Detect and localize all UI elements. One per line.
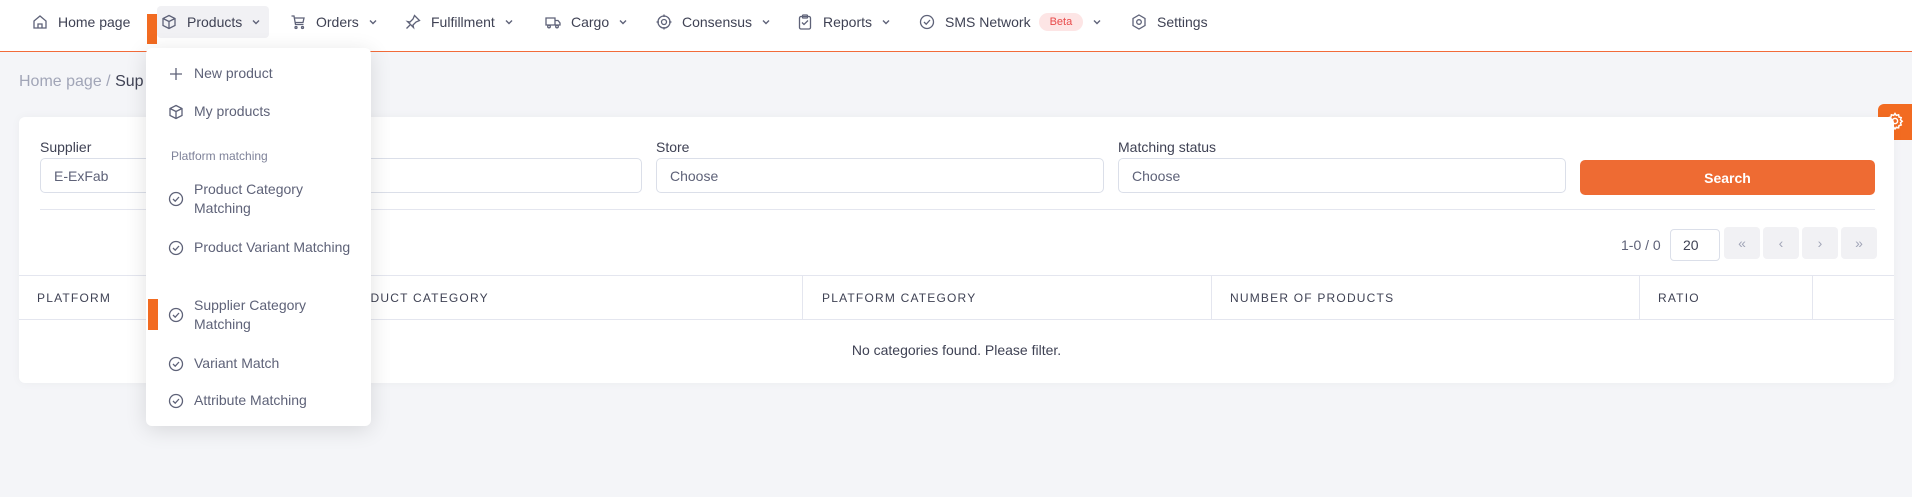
clipboard-icon	[797, 14, 813, 30]
active-indicator	[147, 14, 157, 44]
breadcrumb-current: Sup	[115, 73, 144, 90]
menu-item-label: Variant Match	[194, 355, 280, 371]
col-platform[interactable]: PLATFORM	[19, 276, 147, 320]
store-placeholder: Choose	[670, 167, 719, 184]
menu-item-label: Attribute Matching	[194, 392, 307, 408]
gear-icon	[1131, 14, 1147, 30]
nav-reports-label: Reports	[823, 14, 873, 30]
chevron-down-icon	[251, 17, 261, 27]
box-icon	[168, 104, 184, 120]
col-actions	[1813, 276, 1894, 320]
menu-item-my-products[interactable]: My products	[168, 102, 354, 121]
double-chevron-left-icon: «	[1738, 235, 1746, 251]
chevron-down-icon	[761, 17, 771, 27]
matching-status-label: Matching status	[1118, 139, 1217, 155]
chevron-down-icon	[1092, 17, 1102, 27]
nav-reports[interactable]: Reports	[797, 6, 891, 38]
double-chevron-right-icon: »	[1855, 235, 1863, 251]
menu-item-label: Product Category Matching	[194, 181, 303, 216]
nav-fulfillment-label: Fulfillment	[431, 14, 495, 30]
check-circle-icon	[168, 307, 184, 323]
first-page-button[interactable]: «	[1724, 227, 1760, 259]
nav-sms-network-label: SMS Network	[945, 14, 1031, 30]
beta-badge: Beta	[1038, 13, 1084, 31]
menu-item-variant-match[interactable]: Variant Match	[168, 354, 354, 373]
supplier-label: Supplier	[40, 139, 92, 155]
page-size-input[interactable]: 20	[1670, 229, 1720, 261]
supplier-value: E-ExFab	[54, 167, 109, 184]
chevron-down-icon	[618, 17, 628, 27]
nav-sms-network[interactable]: SMS Network Beta	[919, 6, 1102, 38]
col-product-category[interactable]: ODUCT CATEGORY	[350, 276, 803, 320]
matching-status-select[interactable]: Choose	[1118, 158, 1566, 193]
menu-item-attribute-matching[interactable]: Attribute Matching	[168, 391, 354, 410]
products-dropdown-menu: New product My products Platform matchin…	[146, 48, 371, 426]
check-circle-icon	[168, 191, 184, 207]
col-number-of-products[interactable]: NUMBER OF PRODUCTS	[1212, 276, 1640, 320]
box-icon	[161, 14, 177, 30]
chevron-down-icon	[881, 17, 891, 27]
chevron-right-icon: ›	[1817, 235, 1823, 251]
check-circle-icon	[168, 240, 184, 256]
active-indicator	[148, 299, 158, 330]
nav-home-label: Home page	[58, 14, 131, 30]
store-label: Store	[656, 139, 690, 155]
menu-item-label: My products	[194, 103, 271, 119]
nav-consensus[interactable]: Consensus	[656, 6, 771, 38]
nav-consensus-label: Consensus	[682, 14, 753, 30]
next-page-button[interactable]: ›	[1802, 227, 1838, 259]
prev-page-button[interactable]: ‹	[1763, 227, 1799, 259]
nav-fulfillment[interactable]: Fulfillment	[405, 6, 514, 38]
chevron-down-icon	[504, 17, 514, 27]
menu-item-new-product[interactable]: New product	[168, 64, 354, 83]
page-size-value: 20	[1683, 237, 1699, 253]
nav-orders[interactable]: Orders	[290, 6, 378, 38]
cart-icon	[290, 14, 306, 30]
truck-icon	[545, 14, 561, 30]
breadcrumb: Home page / Sup	[19, 73, 144, 91]
nav-orders-label: Orders	[316, 14, 359, 30]
nav-products-label: Products	[187, 14, 243, 30]
search-button[interactable]: Search	[1580, 160, 1875, 195]
col-ratio[interactable]: RATIO	[1640, 276, 1813, 320]
pin-icon	[405, 14, 421, 30]
nav-products[interactable]: Products	[157, 6, 270, 38]
nav-cargo-label: Cargo	[571, 14, 610, 30]
menu-item-product-variant-matching[interactable]: Product Variant Matching	[168, 238, 354, 257]
check-circle-icon	[168, 356, 184, 372]
col-platform-category[interactable]: PLATFORM CATEGORY	[804, 276, 1212, 320]
breadcrumb-separator: /	[106, 73, 111, 90]
plus-icon	[168, 66, 184, 82]
nav-home[interactable]: Home page	[32, 6, 130, 38]
nav-settings[interactable]: Settings	[1131, 6, 1208, 38]
menu-item-label: Product Variant Matching	[194, 239, 351, 255]
nav-cargo[interactable]: Cargo	[545, 6, 628, 38]
check-circle-icon	[168, 393, 184, 409]
chevron-down-icon	[368, 17, 378, 27]
pagination-info: 1-0 / 0	[1621, 237, 1661, 253]
chevron-left-icon: ‹	[1778, 235, 1784, 251]
last-page-button[interactable]: »	[1841, 227, 1877, 259]
store-select[interactable]: Choose	[656, 158, 1104, 193]
menu-item-label: New product	[194, 65, 273, 81]
target-icon	[656, 14, 672, 30]
home-icon	[32, 14, 48, 30]
menu-item-label: Supplier Category Matching	[194, 297, 307, 332]
menu-section-title: Platform matching	[171, 149, 268, 163]
menu-item-supplier-category-matching[interactable]: Supplier Category Matching	[168, 296, 354, 334]
matching-status-placeholder: Choose	[1132, 167, 1181, 184]
nav-settings-label: Settings	[1157, 14, 1208, 30]
breadcrumb-home[interactable]: Home page	[19, 73, 102, 90]
top-navigation: Home page Products Orders Fulfillment Ca…	[0, 0, 1912, 52]
check-circle-icon	[919, 14, 935, 30]
menu-item-product-category-matching[interactable]: Product Category Matching	[168, 180, 354, 218]
